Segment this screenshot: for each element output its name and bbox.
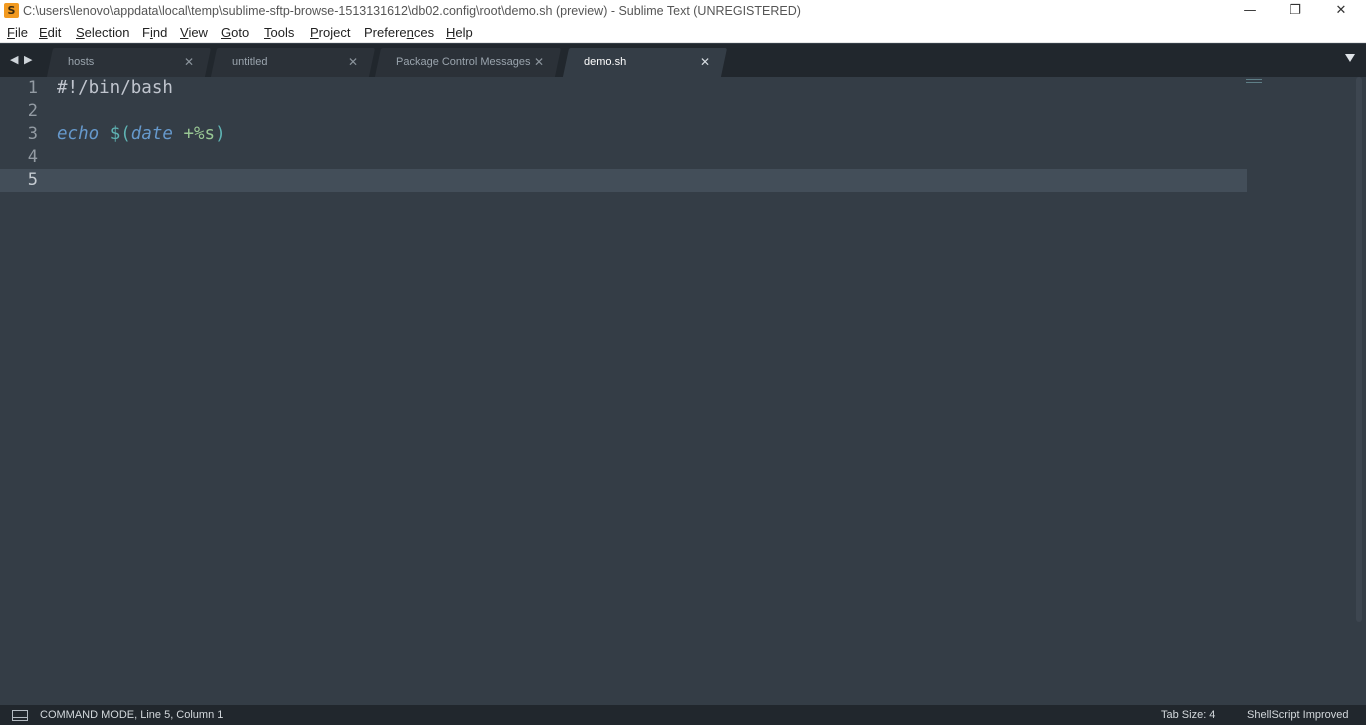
menu-preferences[interactable]: Preferences bbox=[364, 25, 434, 40]
tab-hosts[interactable]: hosts ✕ bbox=[46, 48, 212, 77]
close-window-button[interactable]: ✕ bbox=[1326, 2, 1356, 20]
minimap-icon[interactable] bbox=[1246, 79, 1262, 83]
menu-find[interactable]: Find bbox=[142, 25, 167, 40]
tab-list-dropdown-icon[interactable] bbox=[1345, 54, 1355, 62]
menu-view[interactable]: View bbox=[180, 25, 208, 40]
tab-label: demo.sh bbox=[584, 56, 627, 68]
code-token: ) bbox=[215, 124, 226, 144]
menu-file[interactable]: File bbox=[7, 25, 28, 40]
menu-selection[interactable]: Selection bbox=[76, 25, 129, 40]
line-number: 4 bbox=[27, 147, 38, 167]
tab-bar: ◀ ▶ hosts ✕ untitled ✕ Package Control M… bbox=[0, 44, 1366, 77]
code-token: date bbox=[130, 124, 173, 144]
syntax-selector[interactable]: ShellScript Improved bbox=[1247, 709, 1349, 721]
editor-line[interactable]: 5 bbox=[0, 169, 1247, 192]
sublime-app-icon: S bbox=[4, 3, 19, 18]
code-token: #!/bin/bash bbox=[57, 78, 173, 98]
title-bar: S C:\users\lenovo\appdata\local\temp\sub… bbox=[0, 0, 1366, 22]
close-tab-icon[interactable]: ✕ bbox=[348, 55, 358, 69]
tab-package-control-messages[interactable]: Package Control Messages ✕ bbox=[374, 48, 562, 77]
menu-tools[interactable]: Tools bbox=[264, 25, 294, 40]
code-token: echo bbox=[57, 124, 100, 144]
tab-demo-sh[interactable]: demo.sh ✕ bbox=[562, 48, 728, 77]
tab-back-icon[interactable]: ◀ bbox=[10, 53, 18, 66]
tab-label: hosts bbox=[68, 56, 95, 68]
code-token: +%s bbox=[183, 124, 216, 144]
menu-project[interactable]: Project bbox=[310, 25, 350, 40]
editor-line[interactable]: 2 bbox=[0, 100, 1247, 123]
vertical-scrollbar[interactable] bbox=[1356, 77, 1362, 622]
code-editor[interactable]: 5 4 3 echo $(date +%s) 2 1 #!/bin/bash bbox=[0, 77, 1366, 705]
restore-button[interactable]: ❐ bbox=[1280, 2, 1310, 20]
tab-label: Package Control Messages bbox=[396, 56, 531, 68]
code-token: $( bbox=[109, 124, 131, 144]
line-number: 2 bbox=[27, 101, 38, 121]
editor-line[interactable]: 1 #!/bin/bash bbox=[0, 77, 1247, 100]
menu-bar: File Edit Selection Find View Goto Tools… bbox=[0, 22, 1366, 43]
menu-edit[interactable]: Edit bbox=[39, 25, 61, 40]
tab-untitled[interactable]: untitled ✕ bbox=[210, 48, 376, 77]
code-line-text: echo $(date +%s) bbox=[57, 124, 226, 144]
editor-line[interactable]: 3 echo $(date +%s) bbox=[0, 123, 1247, 146]
status-mode: COMMAND MODE, Line 5, Column 1 bbox=[40, 709, 224, 721]
line-number: 5 bbox=[27, 170, 38, 190]
menu-goto[interactable]: Goto bbox=[221, 25, 249, 40]
toggle-panel-icon[interactable] bbox=[12, 710, 28, 721]
close-tab-icon[interactable]: ✕ bbox=[184, 55, 194, 69]
line-number: 1 bbox=[27, 78, 38, 98]
code-line-text: #!/bin/bash bbox=[57, 78, 173, 98]
tab-label: untitled bbox=[232, 56, 268, 68]
close-tab-icon[interactable]: ✕ bbox=[534, 55, 544, 69]
close-tab-icon[interactable]: ✕ bbox=[700, 55, 710, 69]
line-number: 3 bbox=[27, 124, 38, 144]
tab-forward-icon[interactable]: ▶ bbox=[24, 53, 32, 66]
editor-line[interactable]: 4 bbox=[0, 146, 1247, 169]
minimize-button[interactable]: — bbox=[1235, 2, 1265, 20]
window-title: C:\users\lenovo\appdata\local\temp\subli… bbox=[23, 4, 801, 18]
menu-help[interactable]: Help bbox=[446, 25, 473, 40]
status-bar: COMMAND MODE, Line 5, Column 1 Tab Size:… bbox=[0, 705, 1366, 725]
tab-size-selector[interactable]: Tab Size: 4 bbox=[1161, 709, 1215, 721]
